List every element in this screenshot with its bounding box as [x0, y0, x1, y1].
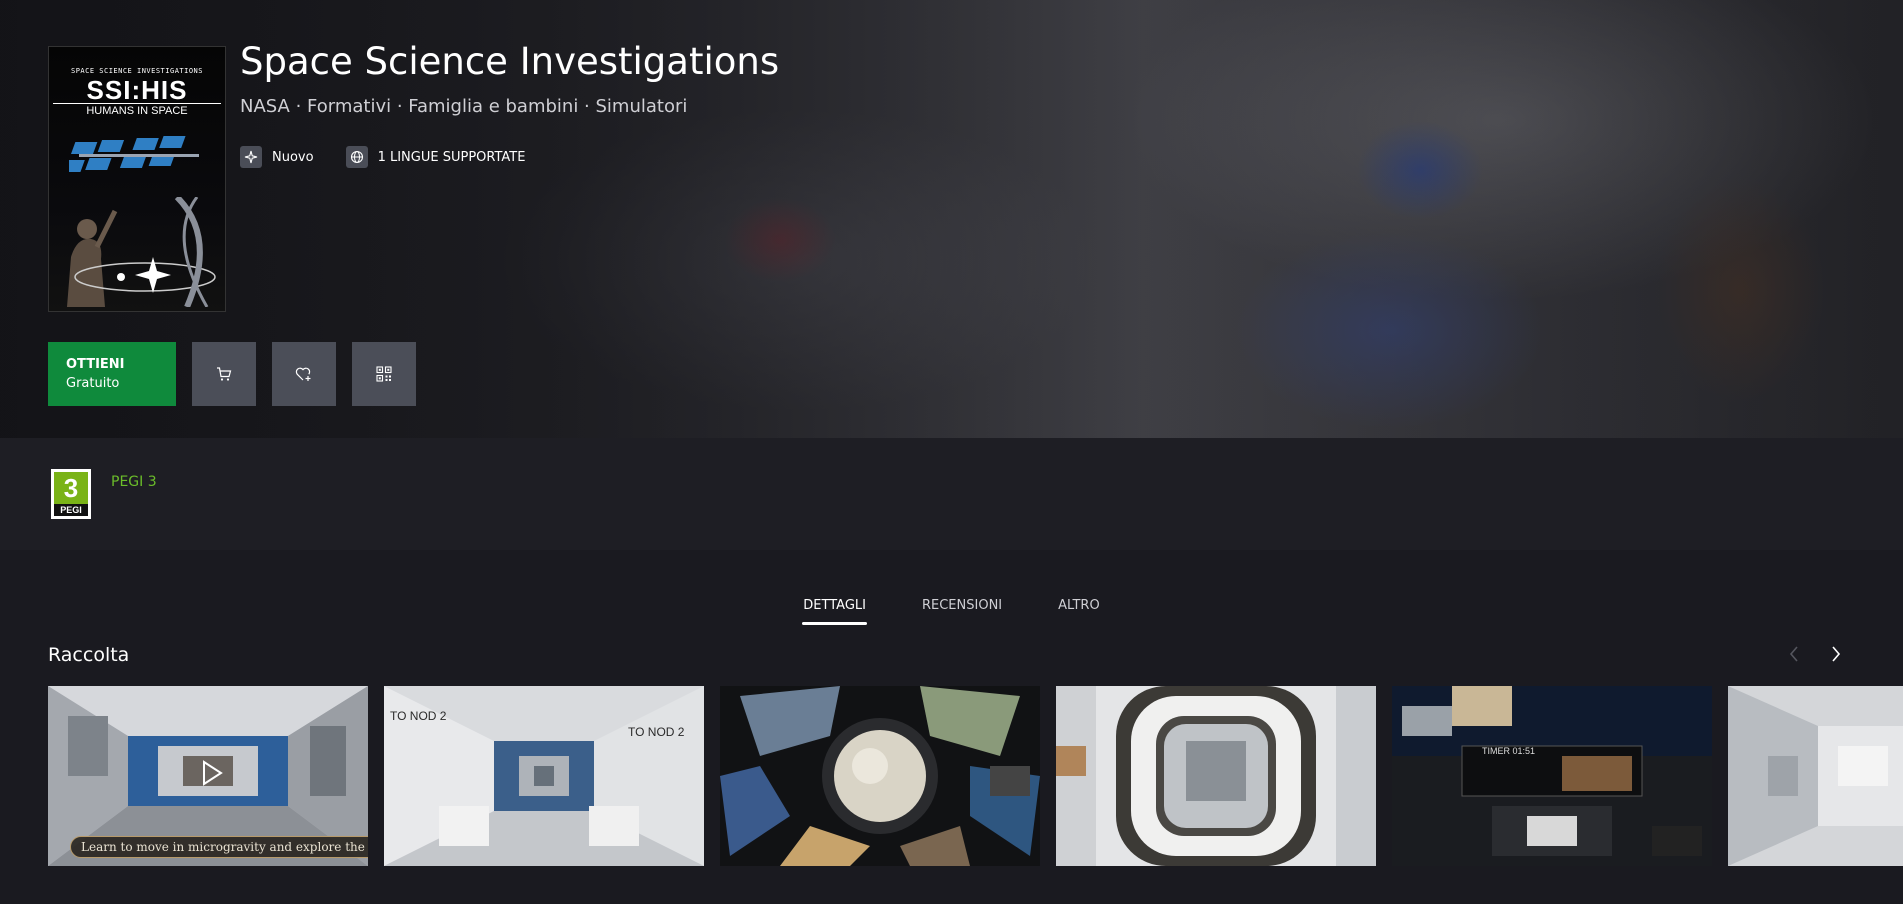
- thumb-image: [1728, 686, 1903, 866]
- badge-new: Nuovo: [240, 146, 314, 168]
- heart-plus-icon: [295, 367, 311, 381]
- thumb-image: [720, 686, 1040, 866]
- sparkle-icon: [240, 146, 262, 168]
- tab-details[interactable]: DETTAGLI: [802, 598, 867, 625]
- rating-section: [0, 438, 1903, 550]
- get-button-price: Gratuito: [66, 376, 120, 391]
- play-icon[interactable]: [196, 758, 226, 788]
- chevron-left-icon: [1789, 646, 1798, 662]
- tab-reviews[interactable]: RECENSIONI: [922, 598, 1002, 625]
- badge-new-label: Nuovo: [272, 149, 314, 165]
- gallery-title: Raccolta: [48, 644, 130, 666]
- pegi-label: PEGI: [54, 504, 88, 516]
- thumb-image: TIMER 01:51: [1392, 686, 1712, 866]
- gallery-thumb-module[interactable]: [1728, 686, 1903, 866]
- gallery-nav: [1785, 645, 1845, 663]
- product-categories: NASA · Formativi · Famiglia e bambini · …: [240, 96, 688, 117]
- gallery-prev-button[interactable]: [1785, 645, 1803, 663]
- thumb-image: TO NOD 2 TO NOD 2: [384, 686, 704, 866]
- page-title: Space Science Investigations: [240, 40, 780, 83]
- cover-logo: SSI:HIS: [86, 75, 188, 105]
- sign-left: TO NOD 2: [390, 709, 447, 723]
- cover-subtitle: HUMANS IN SPACE: [53, 103, 221, 117]
- qr-code-icon: [376, 366, 392, 382]
- pegi-number: 3: [54, 472, 88, 504]
- qr-code-button[interactable]: [352, 342, 416, 406]
- video-caption: Learn to move in microgravity and explor…: [70, 836, 368, 858]
- tab-bar: DETTAGLI RECENSIONI ALTRO: [0, 598, 1903, 625]
- badge-languages: 1 LINGUE SUPPORTATE: [345, 146, 526, 168]
- wishlist-button[interactable]: [272, 342, 336, 406]
- game-cover-art[interactable]: SPACE SCIENCE INVESTIGATIONS SSI:HIS HUM…: [48, 46, 226, 312]
- tab-more[interactable]: ALTRO: [1058, 598, 1100, 625]
- screenshot-gallery: Learn to move in microgravity and explor…: [48, 686, 1903, 866]
- gallery-thumb-cupola[interactable]: [720, 686, 1040, 866]
- gallery-thumb-video[interactable]: Learn to move in microgravity and explor…: [48, 686, 368, 866]
- pegi-rating-badge[interactable]: 3 PEGI: [51, 469, 91, 519]
- action-buttons: OTTIENI Gratuito: [48, 342, 416, 406]
- get-button-label: OTTIENI: [66, 357, 125, 372]
- gallery-thumb-hatch[interactable]: [1056, 686, 1376, 866]
- timer-text: TIMER 01:51: [1482, 746, 1535, 756]
- gallery-thumb-corridor[interactable]: TO NOD 2 TO NOD 2: [384, 686, 704, 866]
- chevron-right-icon: [1832, 646, 1841, 662]
- hero-banner: SPACE SCIENCE INVESTIGATIONS SSI:HIS HUM…: [0, 0, 1903, 438]
- space-station-icon: [69, 136, 199, 172]
- gallery-thumb-control[interactable]: TIMER 01:51: [1392, 686, 1712, 866]
- gallery-next-button[interactable]: [1827, 645, 1845, 663]
- thumb-image: [1056, 686, 1376, 866]
- add-to-cart-button[interactable]: [192, 342, 256, 406]
- get-button[interactable]: OTTIENI Gratuito: [48, 342, 176, 406]
- cover-top-text: SPACE SCIENCE INVESTIGATIONS: [70, 67, 203, 75]
- product-badges: Nuovo 1 LINGUE SUPPORTATE: [240, 146, 525, 168]
- sign-right: TO NOD 2: [628, 725, 685, 739]
- globe-icon: [345, 146, 368, 168]
- astronaut-figure-icon: [67, 197, 216, 307]
- pegi-rating-link[interactable]: PEGI 3: [111, 474, 157, 490]
- cart-icon: [217, 367, 232, 381]
- badge-languages-label: 1 LINGUE SUPPORTATE: [377, 149, 526, 165]
